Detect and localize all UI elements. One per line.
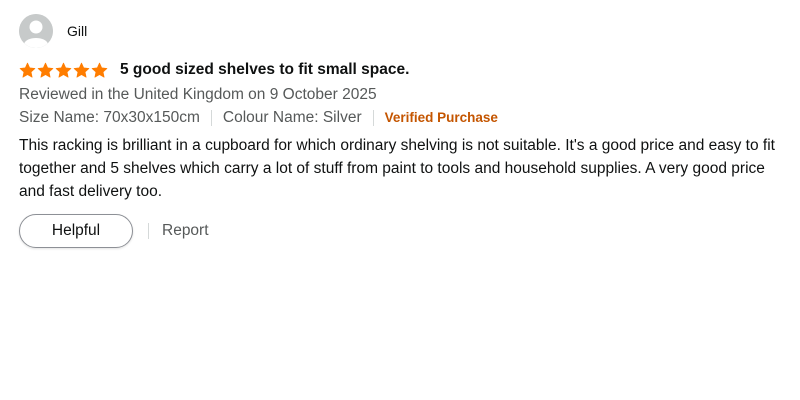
divider [148, 223, 149, 239]
review-title-row: 5 good sized shelves to fit small space. [19, 57, 800, 83]
star-icon [37, 62, 54, 78]
review-title[interactable]: 5 good sized shelves to fit small space. [120, 61, 409, 79]
verified-purchase-badge: Verified Purchase [384, 110, 498, 125]
divider [210, 110, 212, 126]
colour-name[interactable]: Colour Name: Silver [223, 106, 362, 130]
size-name[interactable]: Size Name: 70x30x150cm [19, 106, 200, 130]
star-icon [73, 62, 90, 78]
helpful-button[interactable]: Helpful [19, 214, 133, 248]
star-icon [55, 62, 72, 78]
review-card: Gill 5 good sized shelves to fit small s… [0, 0, 800, 248]
star-icon [91, 62, 108, 78]
reviewer-name[interactable]: Gill [67, 23, 87, 39]
reviewer-profile[interactable]: Gill [19, 14, 800, 48]
divider [372, 110, 374, 126]
product-variant-row: Size Name: 70x30x150cm Colour Name: Silv… [19, 106, 800, 130]
review-body: This racking is brilliant in a cupboard … [19, 137, 775, 200]
star-rating[interactable] [19, 62, 108, 79]
report-link[interactable]: Report [162, 222, 209, 240]
review-actions: Helpful Report [19, 214, 800, 248]
star-icon [19, 62, 36, 78]
user-avatar-icon [19, 14, 53, 48]
review-date: Reviewed in the United Kingdom on 9 Octo… [19, 86, 377, 103]
